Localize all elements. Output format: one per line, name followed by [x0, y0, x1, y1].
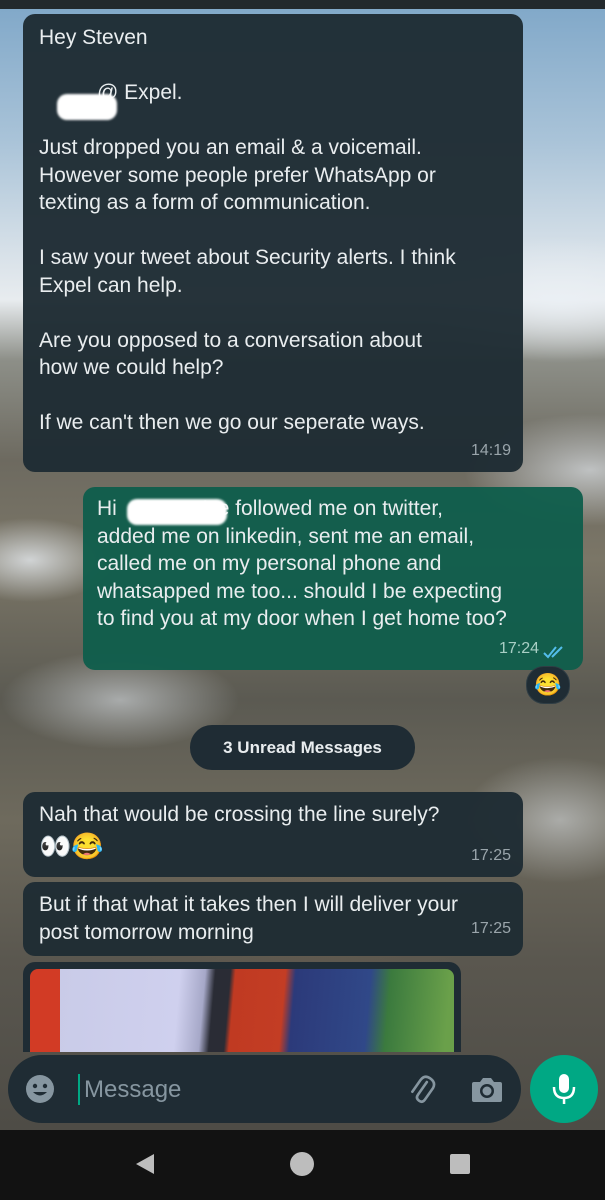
message-time: 17:24 [498, 639, 539, 657]
message-bubble-incoming[interactable]: But if that what it takes then I will de… [23, 882, 523, 956]
message-input[interactable] [82, 1069, 386, 1111]
recents-square-icon[interactable] [449, 1153, 471, 1175]
message-composer [8, 1055, 521, 1123]
redacted-name [127, 499, 227, 525]
message-time: 17:25 [470, 846, 511, 864]
emoji-icon[interactable] [24, 1073, 56, 1105]
mic-icon [552, 1074, 576, 1104]
status-bar-edge [0, 0, 605, 9]
text-cursor [78, 1074, 80, 1105]
message-bubble-incoming[interactable]: Hey Steven @ Expel. Just dropped you an … [23, 14, 523, 472]
message-bubble-outgoing[interactable]: Hi you've followed me on twitter, added … [83, 487, 583, 670]
unread-messages-banner: 3 Unread Messages [190, 725, 415, 770]
image-thumbnail[interactable] [30, 969, 454, 1052]
voice-message-button[interactable] [530, 1055, 598, 1123]
paperclip-icon[interactable] [406, 1073, 438, 1105]
reaction-badge[interactable]: 😂 [526, 666, 570, 704]
message-text: But if that what it takes then I will de… [39, 893, 459, 944]
message-text: Nah that would be crossing the line sure… [39, 803, 440, 826]
redacted-name [57, 94, 117, 120]
double-check-icon [543, 646, 563, 659]
message-emoji: 👀😂 [39, 830, 104, 861]
message-time: 14:19 [470, 441, 511, 459]
image-message[interactable] [23, 962, 461, 1052]
message-time: 17:25 [470, 919, 511, 937]
camera-icon[interactable] [470, 1073, 504, 1105]
home-circle-icon[interactable] [289, 1151, 315, 1177]
message-text: Hey Steven @ Expel. Just dropped you an … [39, 26, 456, 434]
message-bubble-incoming[interactable]: Nah that would be crossing the line sure… [23, 792, 523, 877]
back-triangle-icon[interactable] [133, 1152, 157, 1176]
system-navigation-bar [0, 1130, 605, 1200]
